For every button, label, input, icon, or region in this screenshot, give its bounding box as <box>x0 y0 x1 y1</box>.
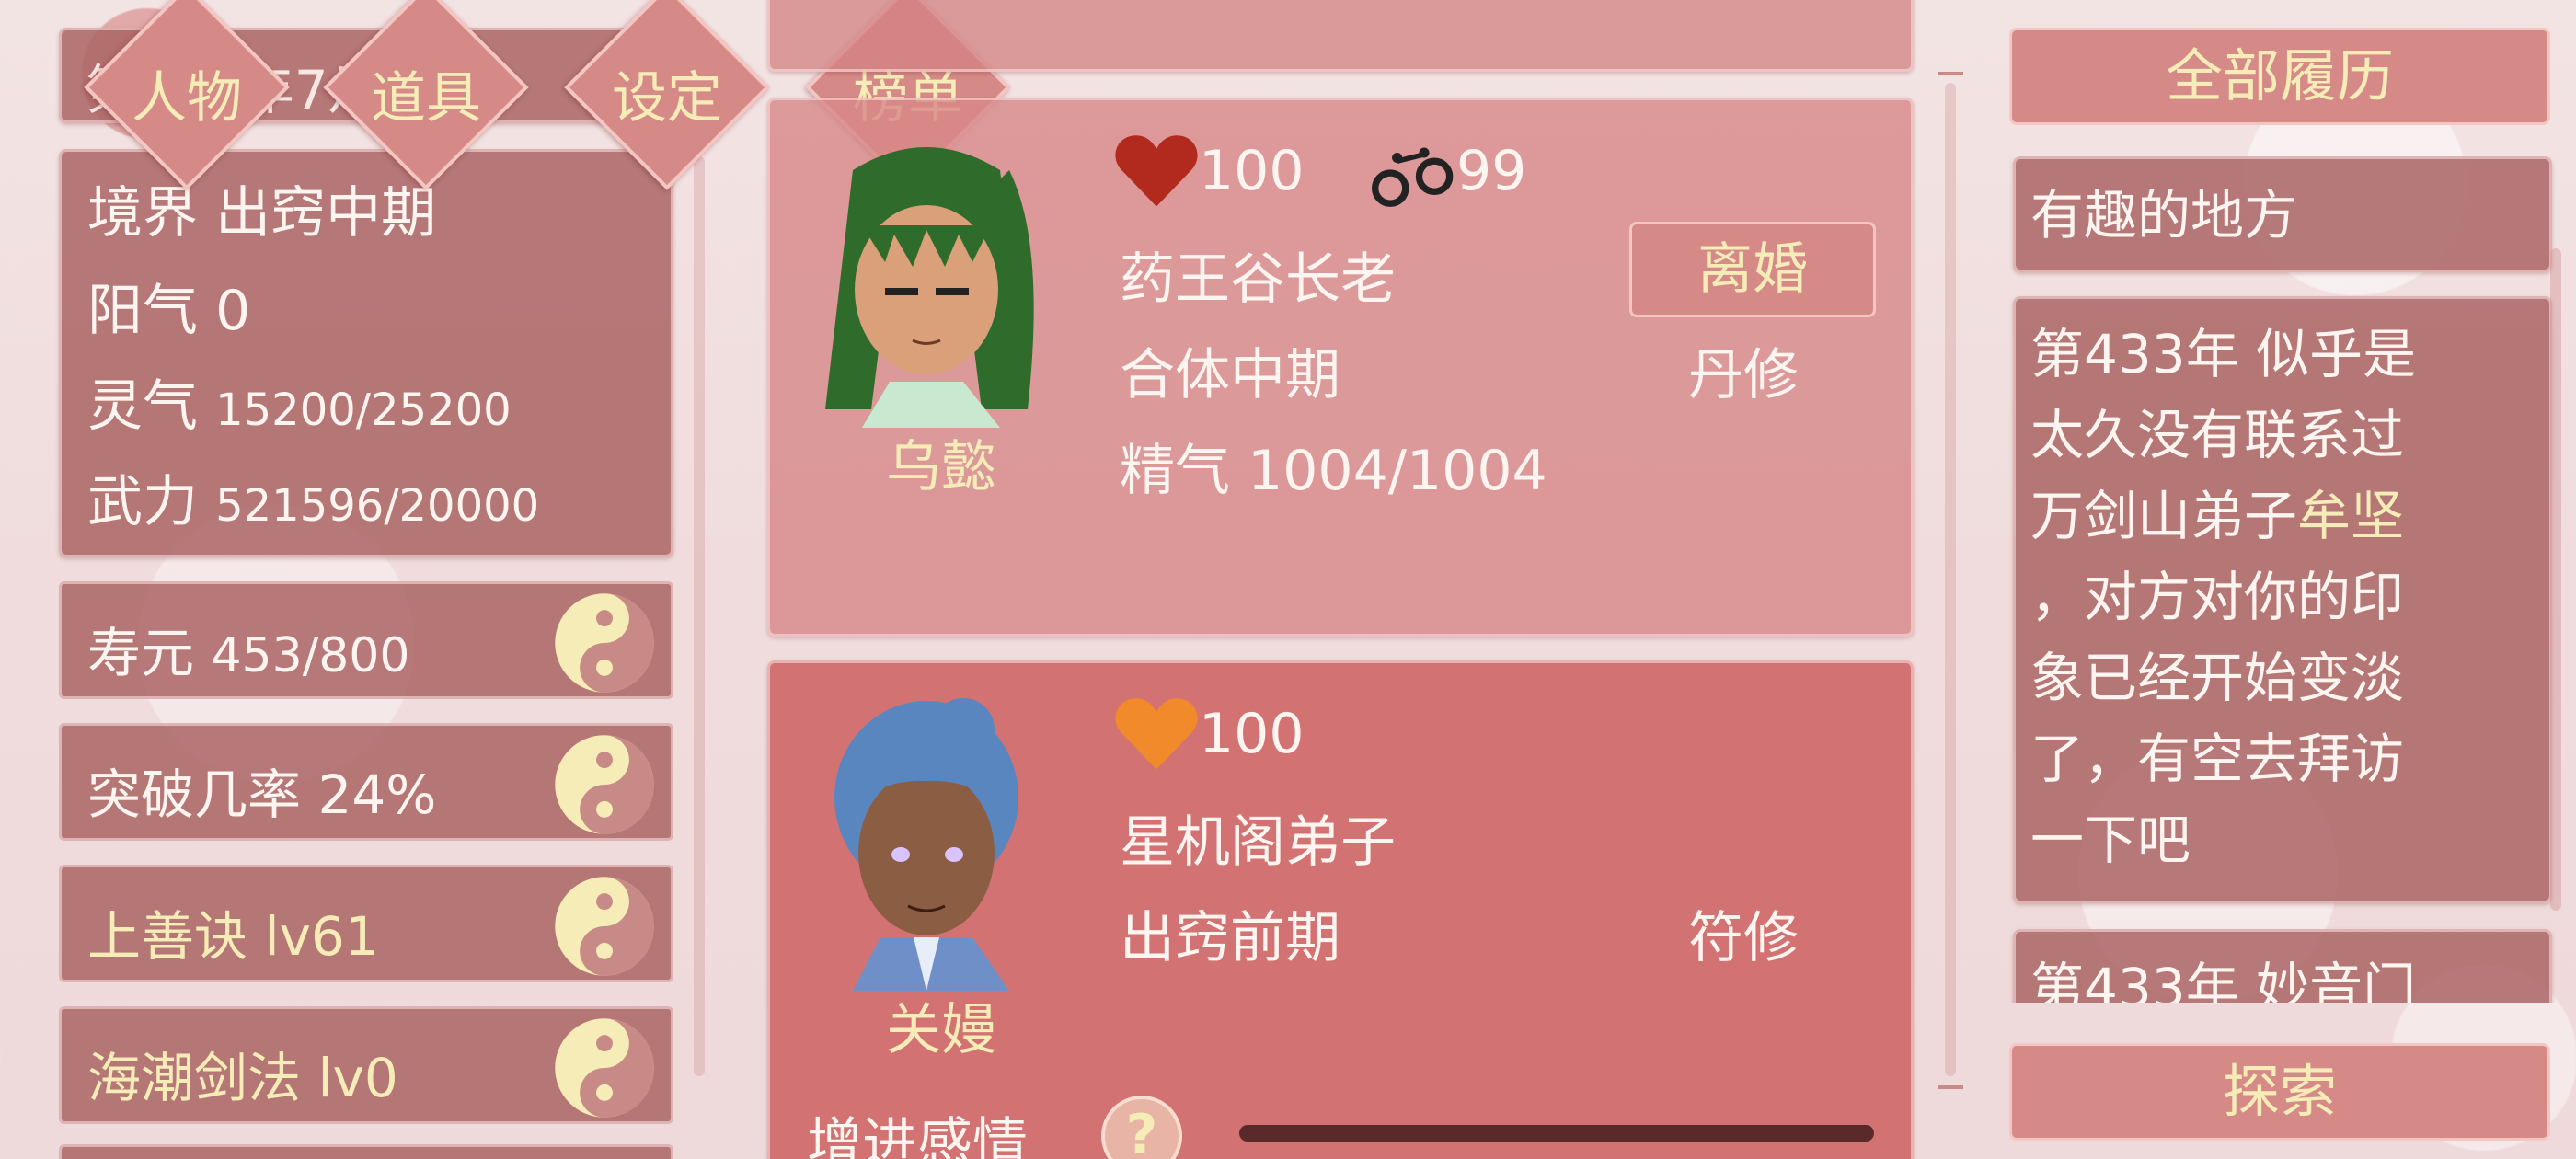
skill-name: 海潮剑法 <box>87 1047 302 1109</box>
all-history-label: 全部履历 <box>2165 42 2394 109</box>
partner-portrait-2 <box>834 698 1018 991</box>
partner-realm-2: 出窍前期 <box>1120 906 1340 970</box>
partner-name-2: 关嫚 <box>886 998 996 1062</box>
divorce-label: 离婚 <box>1697 237 1808 302</box>
left-scrollbar[interactable] <box>694 156 705 1076</box>
yin-yang-icon[interactable] <box>553 591 656 694</box>
history-line-text: 万剑山弟子 <box>2030 485 2298 547</box>
skill-text-haichao: 海潮剑法 lv0 <box>87 1035 398 1112</box>
skill-text-shangshan: 上善诀 lv61 <box>87 893 379 970</box>
realm-label: 境界 <box>87 181 198 246</box>
top-partial-card <box>767 0 1914 72</box>
skill-row-shangshan[interactable]: 上善诀 lv61 <box>59 865 673 982</box>
history-line: 第433年 似乎是 <box>2030 323 2417 385</box>
partner-title-2: 星机阁弟子 <box>1120 810 1396 875</box>
spirit-label: 灵气 <box>87 374 198 439</box>
partner-affection-1: 100 <box>1199 139 1305 203</box>
partner-type-2: 符修 <box>1688 906 1799 970</box>
nav-settings[interactable]: 设定 <box>575 53 759 133</box>
lifespan-value: 453/800 <box>211 628 410 683</box>
partner-realm-1: 合体中期 <box>1120 343 1340 407</box>
lifespan-label: 寿元 <box>87 622 195 684</box>
skill-row-partial[interactable] <box>59 1144 673 1159</box>
spirit-stat: 灵气 15200/25200 <box>87 361 512 442</box>
history-entry-text: 第433年 妙音门 <box>2030 957 2417 1003</box>
nav-characters[interactable]: 人物 <box>95 53 279 133</box>
breakthrough-value: 24% <box>317 763 437 826</box>
history-list[interactable]: 有趣的地方 第433年 似乎是 太久没有联系过 万剑山弟子牟坚 ，对方对你的印 … <box>2009 156 2556 1003</box>
divorce-button[interactable]: 离婚 <box>1629 222 1876 317</box>
yang-stat: 阳气 0 <box>87 266 250 346</box>
breakthrough-label: 突破几率 <box>87 763 302 826</box>
yin-yang-icon[interactable] <box>553 875 656 978</box>
all-history-button[interactable]: 全部履历 <box>2009 28 2550 125</box>
enhance-affection-label: 增进感情 <box>807 1112 1028 1159</box>
force-stat: 武力 521596/20000 <box>87 457 539 537</box>
force-value: 521596/20000 <box>215 480 540 532</box>
history-highlight-name[interactable]: 牟坚 <box>2297 485 2404 547</box>
history-entry: 第433年 似乎是 太久没有联系过 万剑山弟子牟坚 ，对方对你的印 象已经开始变… <box>2013 296 2552 903</box>
affection-progress-bar <box>1239 1125 1874 1142</box>
history-entry: 第433年 妙音门 <box>2013 929 2552 1003</box>
handcuffs-icon <box>1372 147 1454 207</box>
skill-level: lv61 <box>264 905 379 968</box>
history-entry-text: 第433年 似乎是 太久没有联系过 万剑山弟子牟坚 ，对方对你的印 象已经开始变… <box>2030 314 2416 880</box>
essence-value: 1004/1004 <box>1248 439 1547 503</box>
partner-card-1[interactable]: 乌懿 100 99 药王谷长老 合体中期 丹修 精气 1004/1004 离婚 <box>767 98 1914 637</box>
heart-icon <box>1115 135 1198 207</box>
nav-items[interactable]: 道具 <box>334 53 518 133</box>
history-line: 象已经开始变淡 <box>2030 647 2405 709</box>
history-line: 一下吧 <box>2030 809 2191 871</box>
yang-value: 0 <box>215 279 251 343</box>
partner-essence-1: 精气 1004/1004 <box>1120 426 1547 506</box>
breakthrough-row[interactable]: 突破几率 24% <box>59 723 673 841</box>
center-scrollbar[interactable] <box>1945 83 1956 1076</box>
partner-type-1: 丹修 <box>1688 343 1799 407</box>
explore-button[interactable]: 探索 <box>2009 1043 2550 1141</box>
partner-bond-1: 99 <box>1456 139 1527 203</box>
history-line: 万剑山弟子牟坚 <box>2030 476 2416 557</box>
yin-yang-icon[interactable] <box>553 1016 656 1119</box>
yang-label: 阳气 <box>87 279 198 343</box>
history-entry: 有趣的地方 <box>2013 156 2552 272</box>
center-scroll-top-marker <box>1938 72 1963 75</box>
history-line: ，对方对你的印 <box>2030 566 2405 628</box>
center-scroll-bottom-marker <box>1938 1085 1963 1089</box>
essence-label: 精气 <box>1120 439 1230 503</box>
help-icon[interactable]: ? <box>1101 1096 1182 1159</box>
realm-value: 出窍中期 <box>215 181 437 246</box>
lifespan-text: 寿元 453/800 <box>87 610 409 687</box>
partner-title-1: 药王谷长老 <box>1120 247 1396 312</box>
history-line: 了，有空去拜访 <box>2030 728 2405 790</box>
skill-row-haichao[interactable]: 海潮剑法 lv0 <box>59 1006 673 1124</box>
heart-icon <box>1115 698 1198 770</box>
partner-portrait-1 <box>825 147 1034 428</box>
realm-stat: 境界 出窍中期 <box>87 168 436 248</box>
history-scrollbar[interactable] <box>2550 248 2561 911</box>
breakthrough-text: 突破几率 24% <box>87 752 436 829</box>
history-line: 太久没有联系过 <box>2030 404 2405 466</box>
skill-level: lv0 <box>317 1047 398 1109</box>
partner-card-2[interactable]: 关嫚 100 星机阁弟子 出窍前期 符修 增进感情 ? <box>767 660 1914 1159</box>
yin-yang-icon[interactable] <box>553 733 656 836</box>
history-entry-text: 有趣的地方 <box>2030 184 2298 247</box>
force-label: 武力 <box>87 470 198 534</box>
partner-affection-2: 100 <box>1199 702 1305 766</box>
stats-panel: 境界 出窍中期 阳气 0 灵气 15200/25200 武力 521596/20… <box>59 149 673 557</box>
spirit-value: 15200/25200 <box>215 384 512 436</box>
explore-label: 探索 <box>2222 1058 2337 1125</box>
skill-name: 上善诀 <box>87 905 248 968</box>
partner-name-1: 乌懿 <box>886 435 996 499</box>
lifespan-row[interactable]: 寿元 453/800 <box>59 581 673 699</box>
